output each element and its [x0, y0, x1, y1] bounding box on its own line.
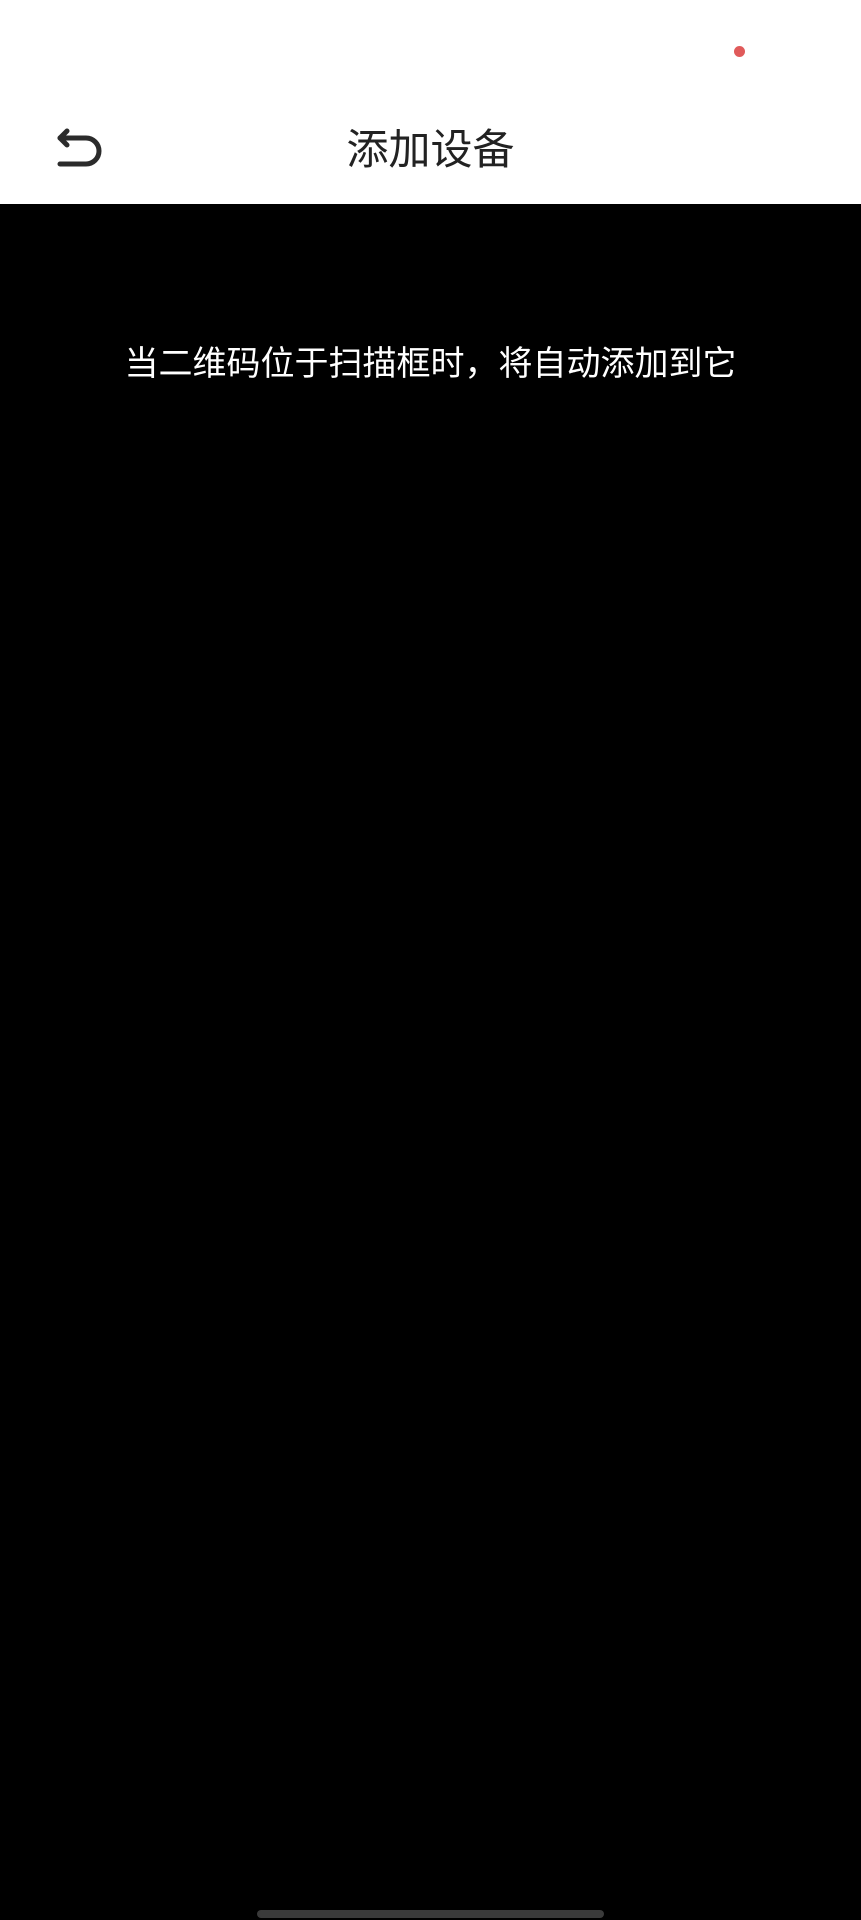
home-indicator[interactable] — [257, 1910, 604, 1918]
back-button[interactable] — [40, 116, 120, 184]
page-title: 添加设备 — [346, 125, 515, 174]
back-arrow-icon — [57, 128, 102, 167]
status-bar — [0, 0, 861, 96]
app-bar: 添加设备 — [0, 96, 861, 204]
notification-dot-icon — [734, 46, 745, 57]
add-device-screen: 添加设备 当二维码位于扫描框时，将自动添加到它 — [0, 0, 861, 1920]
qr-scanner-view[interactable]: 当二维码位于扫描框时，将自动添加到它 — [0, 204, 861, 1920]
scan-hint-text: 当二维码位于扫描框时，将自动添加到它 — [124, 344, 737, 384]
